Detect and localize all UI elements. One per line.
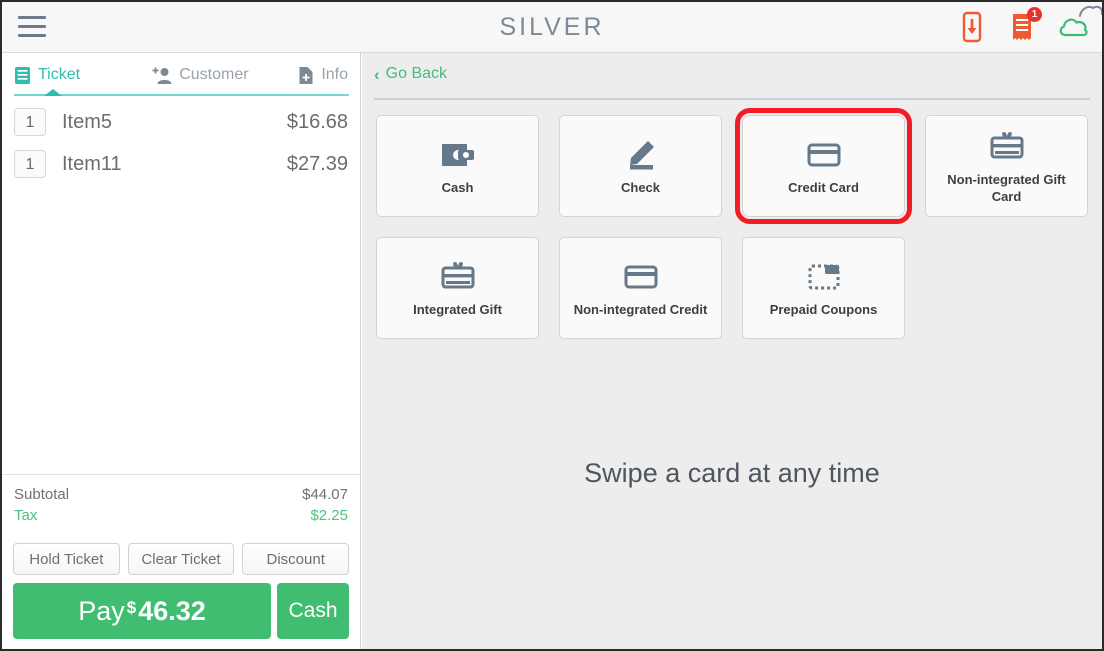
item-quantity[interactable]: 1 bbox=[14, 108, 46, 136]
ticket-icon bbox=[15, 66, 30, 84]
credit-card-icon bbox=[622, 257, 660, 297]
payment-method-panel: ‹ Go Back Cash Check Credit Card Non-int… bbox=[362, 53, 1102, 649]
tab-customer-label: Customer bbox=[179, 66, 249, 83]
info-document-icon bbox=[299, 66, 313, 84]
payment-tile-check[interactable]: Check bbox=[559, 115, 722, 217]
payment-tile-non-integrated-credit[interactable]: Non-integrated Credit bbox=[559, 237, 722, 339]
ticket-tab-bar: Ticket Customer Info bbox=[2, 53, 360, 96]
cloud-icon[interactable] bbox=[1056, 10, 1088, 44]
ticket-item-list: 1 Item5 $16.68 1 Item11 $27.39 bbox=[2, 101, 360, 459]
payment-tile-label: Credit Card bbox=[788, 180, 859, 196]
payment-tiles-grid: Cash Check Credit Card Non-integrated Gi… bbox=[376, 108, 1088, 359]
payment-tile-credit-card[interactable]: Credit Card bbox=[735, 108, 912, 224]
download-to-device-icon[interactable] bbox=[956, 10, 988, 44]
receipt-icon[interactable]: 1 bbox=[1006, 7, 1042, 44]
payment-tile-non-integrated-gift-card[interactable]: Non-integrated Gift Card bbox=[925, 115, 1088, 217]
hold-ticket-button[interactable]: Hold Ticket bbox=[13, 543, 120, 575]
subtotal-label: Subtotal bbox=[14, 486, 70, 503]
gift-card-icon bbox=[438, 257, 478, 297]
pay-amount: 46.32 bbox=[138, 595, 206, 626]
brand-name: SILVER bbox=[499, 13, 605, 41]
tab-info-label: Info bbox=[321, 66, 348, 83]
swipe-card-message: Swipe a card at any time bbox=[584, 458, 880, 488]
subtotal-row: Subtotal $44.07 bbox=[14, 484, 348, 505]
payment-tiles-row-1: Cash Check Credit Card Non-integrated Gi… bbox=[376, 108, 1088, 224]
pay-button-label: Pay bbox=[78, 595, 125, 626]
go-back-label: Go Back bbox=[385, 65, 448, 82]
go-back-link[interactable]: ‹ Go Back bbox=[374, 65, 447, 83]
top-bar: SILVER 1 bbox=[2, 2, 1102, 53]
pay-button[interactable]: Pay $ 46.32 bbox=[13, 583, 271, 639]
payment-tile-label: Non-integrated Credit bbox=[573, 302, 708, 318]
table-row[interactable]: 1 Item11 $27.39 bbox=[2, 143, 360, 185]
item-price: $16.68 bbox=[286, 110, 348, 133]
divider bbox=[374, 98, 1090, 100]
item-name: Item5 bbox=[62, 110, 113, 133]
pay-button-row: Pay $ 46.32 Cash bbox=[2, 583, 360, 639]
add-customer-icon bbox=[152, 67, 172, 84]
payment-tile-integrated-gift[interactable]: Integrated Gift bbox=[376, 237, 539, 339]
tax-row: Tax $2.25 bbox=[14, 505, 348, 526]
payment-tile-label: Check bbox=[620, 180, 661, 196]
item-price: $27.39 bbox=[286, 152, 348, 175]
tax-label: Tax bbox=[14, 507, 38, 524]
item-name: Item11 bbox=[62, 152, 122, 175]
tab-active-caret bbox=[44, 89, 62, 96]
item-quantity[interactable]: 1 bbox=[14, 150, 46, 178]
credit-card-icon bbox=[805, 135, 843, 175]
table-row[interactable]: 1 Item5 $16.68 bbox=[2, 101, 360, 143]
tab-ticket-label: Ticket bbox=[38, 66, 81, 83]
payment-tiles-row-2: Integrated Gift Non-integrated Credit Pr… bbox=[376, 237, 1088, 339]
payment-tile-prepaid-coupons[interactable]: Prepaid Coupons bbox=[742, 237, 905, 339]
ticket-action-buttons: Hold Ticket Clear Ticket Discount bbox=[2, 543, 360, 575]
top-bar-icon-group: 1 bbox=[956, 7, 1088, 44]
payment-tile-label: Prepaid Coupons bbox=[769, 302, 878, 318]
pay-currency-symbol: $ bbox=[126, 598, 137, 617]
clear-ticket-button[interactable]: Clear Ticket bbox=[127, 543, 235, 575]
ticket-totals: Subtotal $44.07 Tax $2.25 bbox=[2, 474, 360, 530]
tab-underline bbox=[14, 94, 349, 96]
cash-quick-button[interactable]: Cash bbox=[277, 583, 349, 639]
coupon-icon bbox=[805, 257, 843, 297]
notification-badge: 1 bbox=[1027, 7, 1042, 22]
tax-value: $2.25 bbox=[310, 507, 348, 524]
tab-ticket[interactable]: Ticket bbox=[14, 66, 152, 85]
tab-customer[interactable]: Customer bbox=[152, 66, 298, 85]
pos-application-window: SILVER 1 Ticket Customer Info 1 Item5 $1… bbox=[0, 0, 1104, 651]
brand-logo: SILVER bbox=[2, 5, 1102, 43]
payment-tile-cash[interactable]: Cash bbox=[376, 115, 539, 217]
pencil-signature-icon bbox=[622, 135, 660, 175]
tab-info[interactable]: Info bbox=[298, 66, 348, 85]
wallet-icon bbox=[439, 135, 477, 175]
payment-tile-label: Non-integrated Gift Card bbox=[947, 172, 1066, 204]
subtotal-value: $44.07 bbox=[302, 486, 348, 503]
gift-card-icon bbox=[987, 127, 1027, 167]
chevron-left-icon: ‹ bbox=[374, 64, 380, 84]
payment-tile-label: Cash bbox=[441, 180, 474, 196]
ticket-panel: Ticket Customer Info 1 Item5 $16.68 1 It… bbox=[2, 53, 361, 649]
discount-button[interactable]: Discount bbox=[242, 543, 350, 575]
payment-tile-label: Integrated Gift bbox=[413, 302, 502, 318]
